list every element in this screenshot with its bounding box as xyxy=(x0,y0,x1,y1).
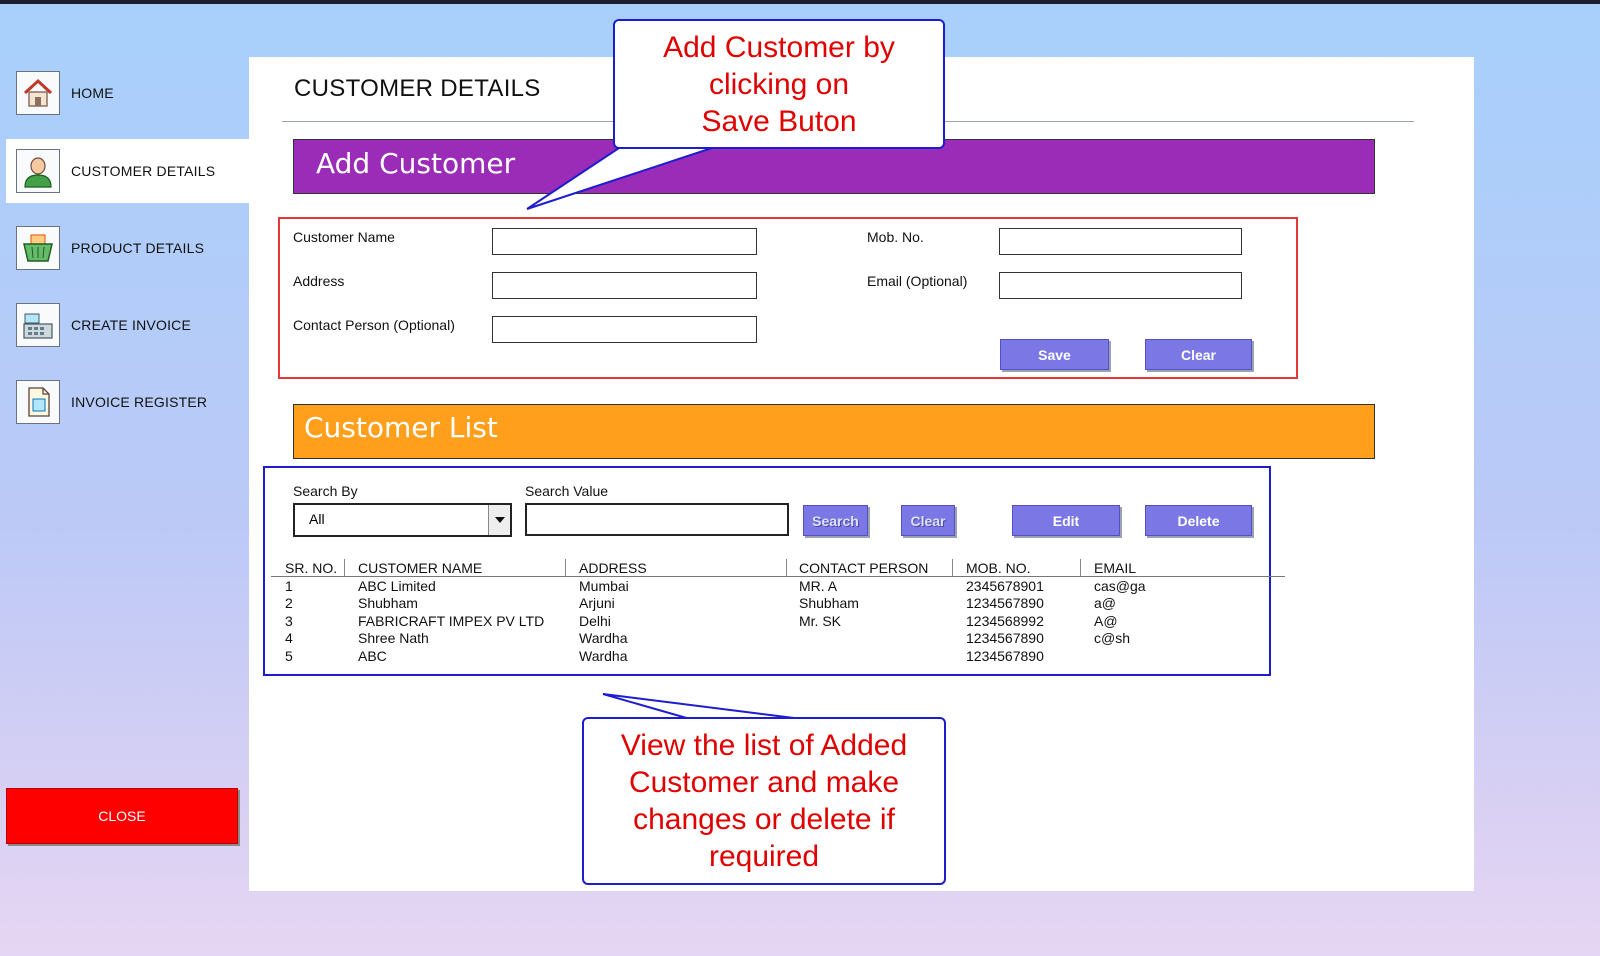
customer-list-callout-text: View the list of Added Customer and make… xyxy=(620,729,908,873)
add-customer-callout-text: Add Customer by clicking on Save Buton xyxy=(663,30,895,138)
top-callout-pointer xyxy=(526,145,719,210)
customer-list-callout: View the list of Added Customer and make… xyxy=(582,717,946,885)
add-customer-callout: Add Customer by clicking on Save Buton xyxy=(613,19,945,149)
